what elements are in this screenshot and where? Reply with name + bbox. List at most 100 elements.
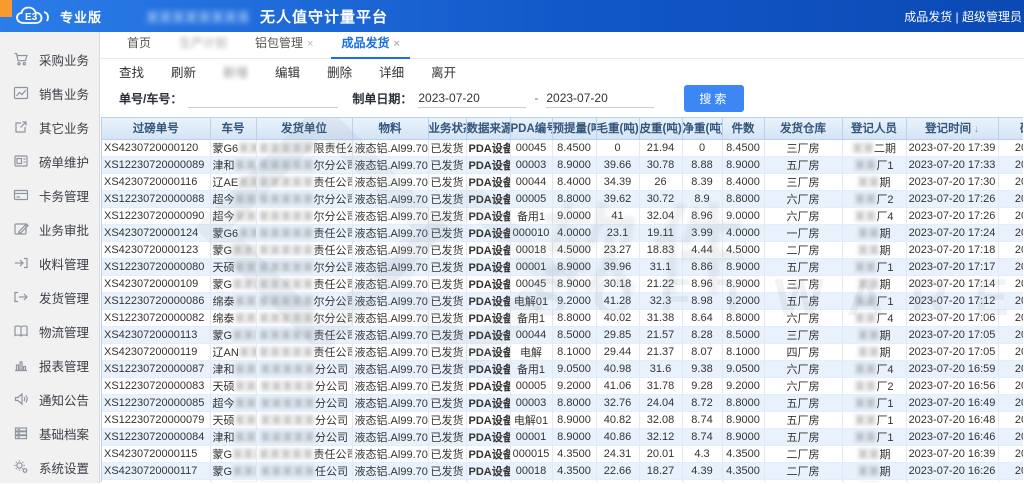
table-row[interactable]: XS4230720000124蒙G6某某某某某某某某责任公司液态铝.Al99.7… xyxy=(102,224,1023,241)
table-row[interactable]: XS12230720000079天硕某某某某某某某某分公司液态铝.Al99.70… xyxy=(102,411,1023,428)
sidebar-item-11[interactable]: 通知公告 xyxy=(0,382,99,416)
table-row[interactable]: XS12230720000082绵泰某某某某某某某某尔分公司液态铝.Al99.7… xyxy=(102,309,1023,326)
table-row[interactable]: XS12230720000090超今某某某某某某某某尔分公司液态铝.Al99.7… xyxy=(102,207,1023,224)
sidebar-item-10[interactable]: 报表管理 xyxy=(0,348,99,382)
tab-4[interactable]: 成品发货× xyxy=(331,34,409,58)
column-header-pre[interactable]: 预提量(吨) xyxy=(552,118,596,139)
column-header-ticket[interactable]: 过磅单号 xyxy=(102,118,210,139)
cell-confirm: 2023-07-20 xyxy=(998,156,1023,173)
table-row[interactable]: XS4230720000113蒙G某某某某某某某某责任公司液态铝.Al99.70… xyxy=(102,326,1023,343)
cell-tare: 32.12 xyxy=(639,428,682,445)
cell-source: PDA设备 xyxy=(466,479,510,482)
cell-pda: 00018 xyxy=(510,241,552,258)
cell-tare: 19.11 xyxy=(639,224,682,241)
table-row[interactable]: XS12230720000086绵泰某某某某某某某某尔分公司液态铝.Al99.7… xyxy=(102,292,1023,309)
table-row[interactable]: XS12230720000084津和某某某某某某某某分公司液态铝.Al99.70… xyxy=(102,428,1023,445)
tab-bar: 首页生产计划铝包管理× 成品发货× xyxy=(101,32,1024,59)
table-row[interactable]: XS12230720000088超今某某某某某某某某尔分公司液态铝.Al99.7… xyxy=(102,190,1023,207)
column-header-net[interactable]: 净重(吨) xyxy=(682,118,722,139)
table-row[interactable]: XS4230720000117蒙G某某某某某某某某任公司液态铝.Al99.70D… xyxy=(102,462,1023,479)
cell-net: 8.98 xyxy=(682,292,722,309)
page-title: 无人值守计量平台 xyxy=(260,6,388,27)
sidebar-item-12[interactable]: 基础档案 xyxy=(0,416,99,450)
search-button[interactable]: 搜索 xyxy=(684,85,744,112)
table-row[interactable]: XS4230720000120蒙G6某某某某某某某某限责任公司液态铝.Al99.… xyxy=(102,139,1023,156)
bill-no-input[interactable] xyxy=(188,88,338,108)
cell-net: 9.38 xyxy=(682,360,722,377)
table-row[interactable]: XS4230720000119辽AN某某某某某某某某责任公司液态铝.Al99.7… xyxy=(102,343,1023,360)
cell-confirm: 2023-07-20 xyxy=(998,292,1023,309)
cell-net: 9.28 xyxy=(682,377,722,394)
table-row[interactable]: XS4230720000115蒙G某某某某某某某某责任公司液态铝.Al99.70… xyxy=(102,445,1023,462)
arrow-out-icon xyxy=(13,289,29,305)
tab-2[interactable]: 生产计划 xyxy=(169,34,237,58)
cell-source: PDA设备 xyxy=(466,445,510,462)
sidebar-item-label: 基础档案 xyxy=(39,424,89,443)
cell-unit: 某某某某某分公司 xyxy=(256,360,352,377)
sidebar-item-9[interactable]: 物流管理 xyxy=(0,314,99,348)
column-header-gross[interactable]: 毛重(吨) xyxy=(596,118,639,139)
sidebar-item-6[interactable]: 业务审批 xyxy=(0,212,99,246)
column-header-pieces[interactable]: 件数 xyxy=(722,118,764,139)
sidebar-item-1[interactable]: 采购业务 xyxy=(0,42,99,76)
column-header-material[interactable]: 物料 xyxy=(352,118,428,139)
table-row[interactable]: XS12230720000080天硕某某某某某某某某尔分公司液态铝.Al99.7… xyxy=(102,258,1023,275)
toolbar-button-7[interactable]: 离开 xyxy=(431,62,456,81)
date-to-input[interactable] xyxy=(546,88,654,108)
column-header-status[interactable]: 业务状态 xyxy=(428,118,466,139)
column-header-source[interactable]: 数据来源 xyxy=(466,118,510,139)
cell-ticket: XS12230720000080 xyxy=(102,258,210,275)
toolbar-button-6[interactable]: 详细 xyxy=(379,62,404,81)
user-info[interactable]: 成品发货 | 超级管理员 xyxy=(904,8,1022,25)
cell-tare: 21.37 xyxy=(639,343,682,360)
column-header-tare[interactable]: 皮重(吨) xyxy=(639,118,682,139)
column-header-warehouse[interactable]: 发货仓库 xyxy=(764,118,842,139)
date-from-input[interactable] xyxy=(418,88,526,108)
table-row[interactable]: XS12230720000083天硕某某某某某某某某分公司液态铝.Al99.70… xyxy=(102,377,1023,394)
sidebar-item-13[interactable]: 系统设置 xyxy=(0,450,99,484)
cell-unit: 某某某某某尔分公司 xyxy=(256,258,352,275)
sidebar-item-2[interactable]: 销售业务 xyxy=(0,76,99,110)
cell-pre: 8.1000 xyxy=(552,343,596,360)
column-header-pda[interactable]: PDA编号 xyxy=(510,118,552,139)
cell-pieces: 8.9000 xyxy=(722,275,764,292)
cell-plate: 蒙G6某某某 xyxy=(210,224,256,241)
sidebar-item-7[interactable]: 收料管理 xyxy=(0,246,99,280)
tab-close-icon[interactable]: × xyxy=(307,38,313,50)
app-logo: E3 专业版 xyxy=(14,4,102,28)
sidebar-item-4[interactable]: 磅单维护 xyxy=(0,144,99,178)
cell-status: 已发货 xyxy=(428,462,466,479)
tab-3[interactable]: 铝包管理× xyxy=(245,34,323,58)
tab-1[interactable]: 首页 xyxy=(117,34,161,58)
column-header-confirm[interactable]: 确认时间 xyxy=(998,118,1023,139)
tab-close-icon[interactable]: × xyxy=(394,38,400,50)
cell-reg_time: 2023-07-20 17:39 xyxy=(906,139,998,156)
cell-reg_time: 2023-07-20 16:25 xyxy=(906,479,998,482)
table-row[interactable]: XS4230720000111蒙G某某某某某某某某责任公司液态铝.Al99.70… xyxy=(102,479,1023,482)
column-header-reg_time[interactable]: 登记时间 ↓ xyxy=(906,118,998,139)
table-row[interactable]: XS4230720000123蒙G某某某某某某某某责任公司液态铝.Al99.70… xyxy=(102,241,1023,258)
table-row[interactable]: XS4230720000116辽AE某某某某某某某某责任公司液态铝.Al99.7… xyxy=(102,173,1023,190)
cell-warehouse: 二厂房 xyxy=(764,462,842,479)
cell-confirm: 2023-07-20 xyxy=(998,394,1023,411)
table-row[interactable]: XS12230720000087津和某某某某某某某某分公司液态铝.Al99.70… xyxy=(102,360,1023,377)
table-row[interactable]: XS12230720000085超今某某某某某某某某分公司液态铝.Al99.70… xyxy=(102,394,1023,411)
table-row[interactable]: XS4230720000109蒙G某某某某某某某某责任公司液态铝.Al99.70… xyxy=(102,275,1023,292)
table-row[interactable]: XS12230720000089津和某某某某某某某某尔分公司液态铝.Al99.7… xyxy=(102,156,1023,173)
column-header-unit[interactable]: 发货单位 xyxy=(256,118,352,139)
cell-person: 某某厂1 xyxy=(842,394,906,411)
cell-person: 某某期 xyxy=(842,173,906,190)
cell-reg_time: 2023-07-20 16:59 xyxy=(906,360,998,377)
toolbar-button-3[interactable]: 新增 xyxy=(223,62,248,81)
column-header-person[interactable]: 登记人员 xyxy=(842,118,906,139)
sidebar-item-5[interactable]: 卡务管理 xyxy=(0,178,99,212)
sidebar-item-8[interactable]: 发货管理 xyxy=(0,280,99,314)
sidebar-item-3[interactable]: 其它业务 xyxy=(0,110,99,144)
cell-source: PDA设备 xyxy=(466,309,510,326)
toolbar-button-4[interactable]: 编辑 xyxy=(275,62,300,81)
cell-confirm: 2023-07-20 xyxy=(998,207,1023,224)
toolbar-button-5[interactable]: 删除 xyxy=(327,62,352,81)
toolbar-button-2[interactable]: 刷新 xyxy=(171,62,196,81)
toolbar-button-1[interactable]: 查找 xyxy=(119,62,144,81)
column-header-plate[interactable]: 车号 xyxy=(210,118,256,139)
